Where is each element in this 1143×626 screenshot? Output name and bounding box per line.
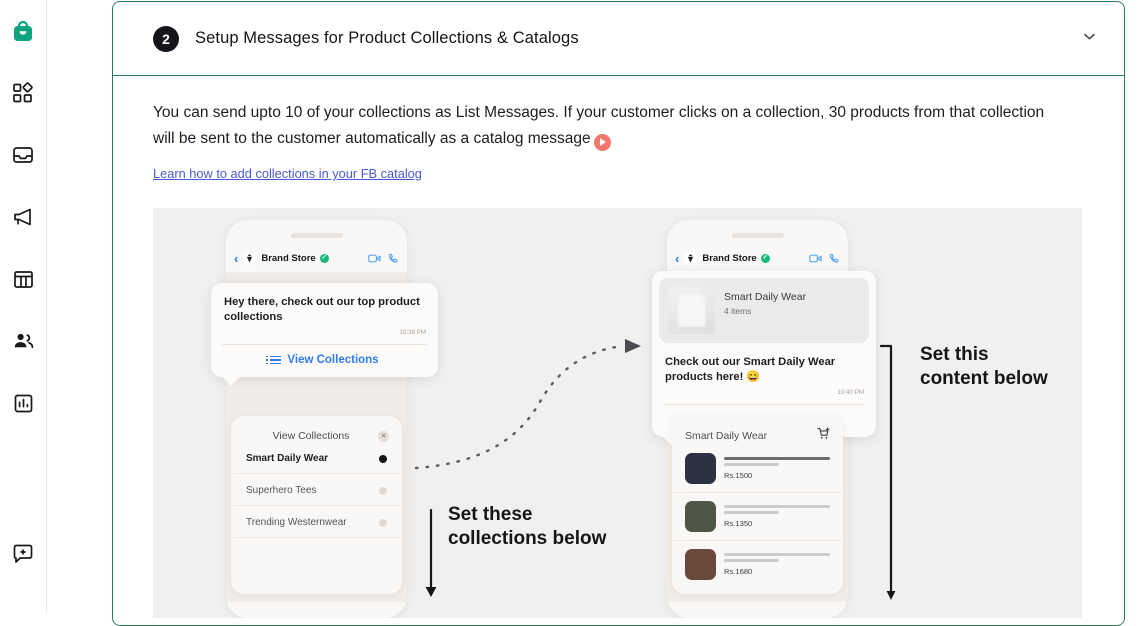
video-camera-icon[interactable] <box>809 253 822 264</box>
product-price: Rs.1350 <box>724 519 830 528</box>
bubble-timestamp: 10:39 PM <box>211 329 438 344</box>
down-arrow-left <box>423 508 439 600</box>
list-item[interactable]: Smart Daily Wear <box>233 442 400 474</box>
product-name-placeholder <box>724 505 830 508</box>
down-arrow-right <box>879 344 907 604</box>
list-item[interactable]: Superhero Tees <box>233 474 400 506</box>
video-camera-icon[interactable] <box>368 253 381 264</box>
dashed-curved-arrow-icon <box>411 326 661 486</box>
main-content: 2 Setup Messages for Product Collections… <box>47 0 1143 613</box>
bar-chart-icon <box>13 393 34 414</box>
table-columns-icon <box>13 269 34 290</box>
product-price: Rs.1680 <box>724 567 830 576</box>
product-desc-placeholder <box>724 559 779 562</box>
card-header[interactable]: 2 Setup Messages for Product Collections… <box>113 2 1124 76</box>
sidebar <box>0 0 47 613</box>
add-to-cart-icon[interactable] <box>817 427 830 445</box>
sheet-header: View Collections ✕ <box>231 416 402 442</box>
catalog-preview: Smart Daily Wear 4 items <box>659 278 869 343</box>
chat-topbar: ‹ Brand Store ✓ <box>226 244 407 272</box>
sheet-header: Smart Daily Wear <box>672 413 843 445</box>
collection-label: Smart Daily Wear <box>246 453 379 464</box>
view-collections-button[interactable]: View Collections <box>211 345 438 377</box>
chevron-down-icon[interactable] <box>1081 28 1098 50</box>
sidebar-item-analytics[interactable] <box>0 372 47 434</box>
play-circle-icon[interactable] <box>594 134 611 151</box>
apps-grid-icon <box>12 82 34 104</box>
product-price: Rs.1500 <box>724 471 830 480</box>
product-thumbnail <box>685 453 716 484</box>
verified-check-icon: ✓ <box>761 254 770 263</box>
learn-more-link[interactable]: Learn how to add collections in your FB … <box>153 166 422 181</box>
product-name-placeholder <box>724 553 830 556</box>
list-item[interactable]: Trending Westernwear <box>233 506 400 538</box>
collections-sheet: View Collections ✕ Smart Daily Wear Supe… <box>231 416 402 594</box>
chat-bubble-left: Hey there, check out our top product col… <box>211 283 438 377</box>
product-desc-placeholder <box>724 463 779 466</box>
chevron-left-icon[interactable]: ‹ <box>234 251 238 266</box>
setup-card: 2 Setup Messages for Product Collections… <box>112 1 1125 626</box>
phone-notch <box>732 233 784 238</box>
phone-icon[interactable] <box>829 253 840 264</box>
product-thumbnail <box>668 287 715 334</box>
view-collections-label: View Collections <box>287 354 378 366</box>
table-row[interactable]: Rs.1680 <box>674 541 841 588</box>
sidebar-item-apps[interactable] <box>0 62 47 124</box>
annotation-left: Set these collections below <box>448 503 606 551</box>
product-name-placeholder <box>724 457 830 460</box>
sheet-title: View Collections <box>244 430 378 442</box>
radio-icon[interactable] <box>379 519 387 527</box>
chat-topbar: ‹ Brand Store ✓ <box>667 244 848 272</box>
contact-name: Brand Store <box>702 253 756 264</box>
chat-sparkle-icon <box>12 543 34 565</box>
annotation-right: Set this content below <box>920 343 1048 391</box>
inbox-tray-icon <box>12 144 34 166</box>
sidebar-item-broadcast[interactable] <box>0 186 47 248</box>
megaphone-icon <box>12 206 35 229</box>
phone-icon[interactable] <box>388 253 399 264</box>
bubble-message-text: Hey there, check out our top product col… <box>211 283 438 329</box>
product-thumbnail <box>685 549 716 580</box>
avatar <box>684 252 697 265</box>
product-desc-placeholder <box>724 511 779 514</box>
radio-selected-icon[interactable] <box>379 455 387 463</box>
bubble-timestamp: 10:40 PM <box>652 389 876 404</box>
phone-notch <box>291 233 343 238</box>
sheet-title: Smart Daily Wear <box>685 430 817 442</box>
catalog-item-count: 4 items <box>724 306 806 316</box>
close-icon[interactable]: ✕ <box>378 431 389 442</box>
sidebar-item-inbox[interactable] <box>0 124 47 186</box>
products-sheet: Smart Daily Wear <box>672 413 843 594</box>
catalog-title: Smart Daily Wear <box>724 291 806 303</box>
card-body: You can send upto 10 of your collections… <box>113 76 1124 618</box>
list-icon <box>270 356 281 365</box>
illustration-diagram: ‹ Brand Store ✓ <box>153 208 1082 618</box>
collection-label: Trending Westernwear <box>246 517 379 528</box>
table-row[interactable]: Rs.1350 <box>674 493 841 541</box>
sidebar-item-catalog[interactable] <box>0 248 47 310</box>
collection-label: Superhero Tees <box>246 485 379 496</box>
verified-check-icon: ✓ <box>320 254 329 263</box>
sidebar-item-feedback[interactable] <box>0 523 47 585</box>
shopping-bag-icon <box>10 18 36 44</box>
contact-name: Brand Store <box>261 253 315 264</box>
table-row[interactable]: Rs.1500 <box>674 445 841 493</box>
product-thumbnail <box>685 501 716 532</box>
step-number-badge: 2 <box>153 26 179 52</box>
bubble-message-text: Check out our Smart Daily Wear products … <box>652 343 876 389</box>
chevron-left-icon[interactable]: ‹ <box>675 251 679 266</box>
intro-paragraph: You can send upto 10 of your collections… <box>153 100 1068 152</box>
radio-icon[interactable] <box>379 487 387 495</box>
sidebar-item-contacts[interactable] <box>0 310 47 372</box>
avatar <box>243 252 256 265</box>
page-title: Setup Messages for Product Collections &… <box>195 29 1081 48</box>
people-icon <box>12 330 35 353</box>
sidebar-item-brand-logo[interactable] <box>0 0 47 62</box>
